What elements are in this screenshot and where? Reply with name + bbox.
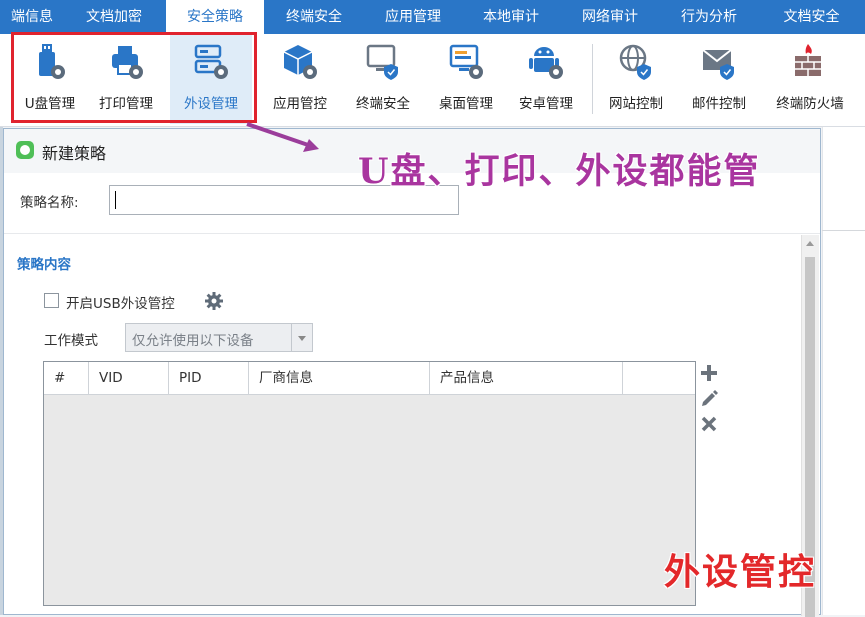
ribbon-toolbar: U盘管理 打印管理 外设管理 应用管控 终端安全 桌面管理 安卓管理 网站控制 … — [0, 34, 865, 127]
tab-local-audit[interactable]: 本地审计 — [462, 0, 560, 34]
device-table-header: # VID PID 厂商信息 产品信息 — [44, 362, 695, 395]
dialog-title: 新建策略 — [42, 144, 107, 163]
ribbon-mail-control[interactable]: 邮件控制 — [681, 34, 757, 124]
annotation-top: U盘、打印、外设都能管 — [358, 151, 761, 192]
ribbon-desktop-management[interactable]: 桌面管理 — [428, 34, 504, 124]
annotation-bottom: 外设管控 — [664, 551, 817, 593]
ribbon-peripheral-management[interactable]: 外设管理 — [170, 34, 252, 124]
ribbon-label: 终端防火墙 — [776, 96, 844, 112]
monitor-shield-icon — [366, 44, 398, 80]
ribbon-label: 网站控制 — [609, 96, 663, 112]
ribbon-label: 邮件控制 — [692, 96, 746, 112]
policy-content-heading: 策略内容 — [17, 257, 71, 273]
tab-behavior-analysis[interactable]: 行为分析 — [660, 0, 758, 34]
ribbon-usb-management[interactable]: U盘管理 — [12, 34, 88, 124]
ribbon-endpoint-security[interactable]: 终端安全 — [345, 34, 421, 124]
work-mode-label: 工作模式 — [44, 333, 98, 349]
ribbon-separator — [592, 44, 593, 114]
desktop-gear-icon — [449, 44, 483, 79]
tab-doc-encrypt[interactable]: 文档加密 — [64, 0, 164, 34]
ribbon-label: U盘管理 — [24, 96, 76, 112]
column-header-pid[interactable]: PID — [169, 362, 249, 394]
cube-gear-icon — [283, 45, 317, 79]
ribbon-android-management[interactable]: 安卓管理 — [508, 34, 584, 124]
usb-control-label: 开启USB外设管控 — [66, 296, 175, 312]
column-header-vid[interactable]: VID — [89, 362, 169, 394]
ribbon-print-management[interactable]: 打印管理 — [88, 34, 164, 124]
column-header-index[interactable]: # — [44, 362, 89, 394]
ribbon-label: 打印管理 — [99, 96, 153, 112]
ribbon-endpoint-firewall[interactable]: 终端防火墙 — [764, 34, 856, 124]
tab-security-policy[interactable]: 安全策略 — [166, 0, 264, 34]
edit-icon[interactable] — [699, 388, 719, 408]
globe-shield-icon — [619, 44, 651, 80]
scroll-up-icon[interactable] — [806, 241, 814, 246]
annotation-arrow-icon — [246, 122, 319, 152]
ribbon-label: 桌面管理 — [439, 96, 493, 112]
printer-gear-icon — [112, 46, 143, 79]
usb-gear-icon — [39, 44, 65, 79]
gear-icon[interactable] — [204, 291, 224, 311]
mail-shield-icon — [702, 49, 734, 80]
background-panel-right — [822, 127, 865, 615]
work-mode-select[interactable]: 仅允许使用以下设备 — [125, 323, 313, 352]
policy-name-label: 策略名称: — [20, 195, 79, 211]
tab-network-audit[interactable]: 网络审计 — [560, 0, 660, 34]
tab-endpoint-info[interactable]: 端信息 — [0, 0, 64, 34]
column-header-product[interactable]: 产品信息 — [430, 362, 623, 394]
chevron-down-icon — [291, 324, 312, 351]
tab-doc-security[interactable]: 文档安全 — [758, 0, 865, 34]
device-table: # VID PID 厂商信息 产品信息 — [43, 361, 696, 606]
text-caret — [115, 191, 116, 209]
column-header-vendor[interactable]: 厂商信息 — [249, 362, 430, 394]
new-policy-dialog: 新建策略 策略名称: 策略内容 开启USB外设管控 工作模式 仅允许使用以下设备 — [3, 128, 821, 617]
work-mode-value: 仅允许使用以下设备 — [132, 333, 254, 349]
main-tab-bar: 端信息 文档加密 安全策略 终端安全 应用管理 本地审计 网络审计 行为分析 文… — [0, 0, 865, 34]
firewall-icon — [795, 44, 821, 76]
add-icon[interactable] — [699, 363, 719, 383]
ribbon-label: 外设管理 — [184, 96, 238, 112]
peripheral-gear-icon — [194, 44, 228, 79]
background-divider — [822, 230, 865, 231]
ribbon-app-control[interactable]: 应用管控 — [262, 34, 338, 124]
ribbon-label: 终端安全 — [356, 96, 410, 112]
ribbon-label: 应用管控 — [273, 96, 327, 112]
tab-endpoint-security[interactable]: 终端安全 — [264, 0, 364, 34]
usb-control-checkbox[interactable] — [44, 293, 59, 308]
tab-app-management[interactable]: 应用管理 — [364, 0, 462, 34]
ribbon-website-control[interactable]: 网站控制 — [598, 34, 674, 124]
ribbon-label: 安卓管理 — [519, 96, 573, 112]
delete-icon[interactable] — [699, 414, 719, 434]
android-gear-icon — [529, 47, 563, 79]
policy-app-icon — [16, 141, 34, 159]
